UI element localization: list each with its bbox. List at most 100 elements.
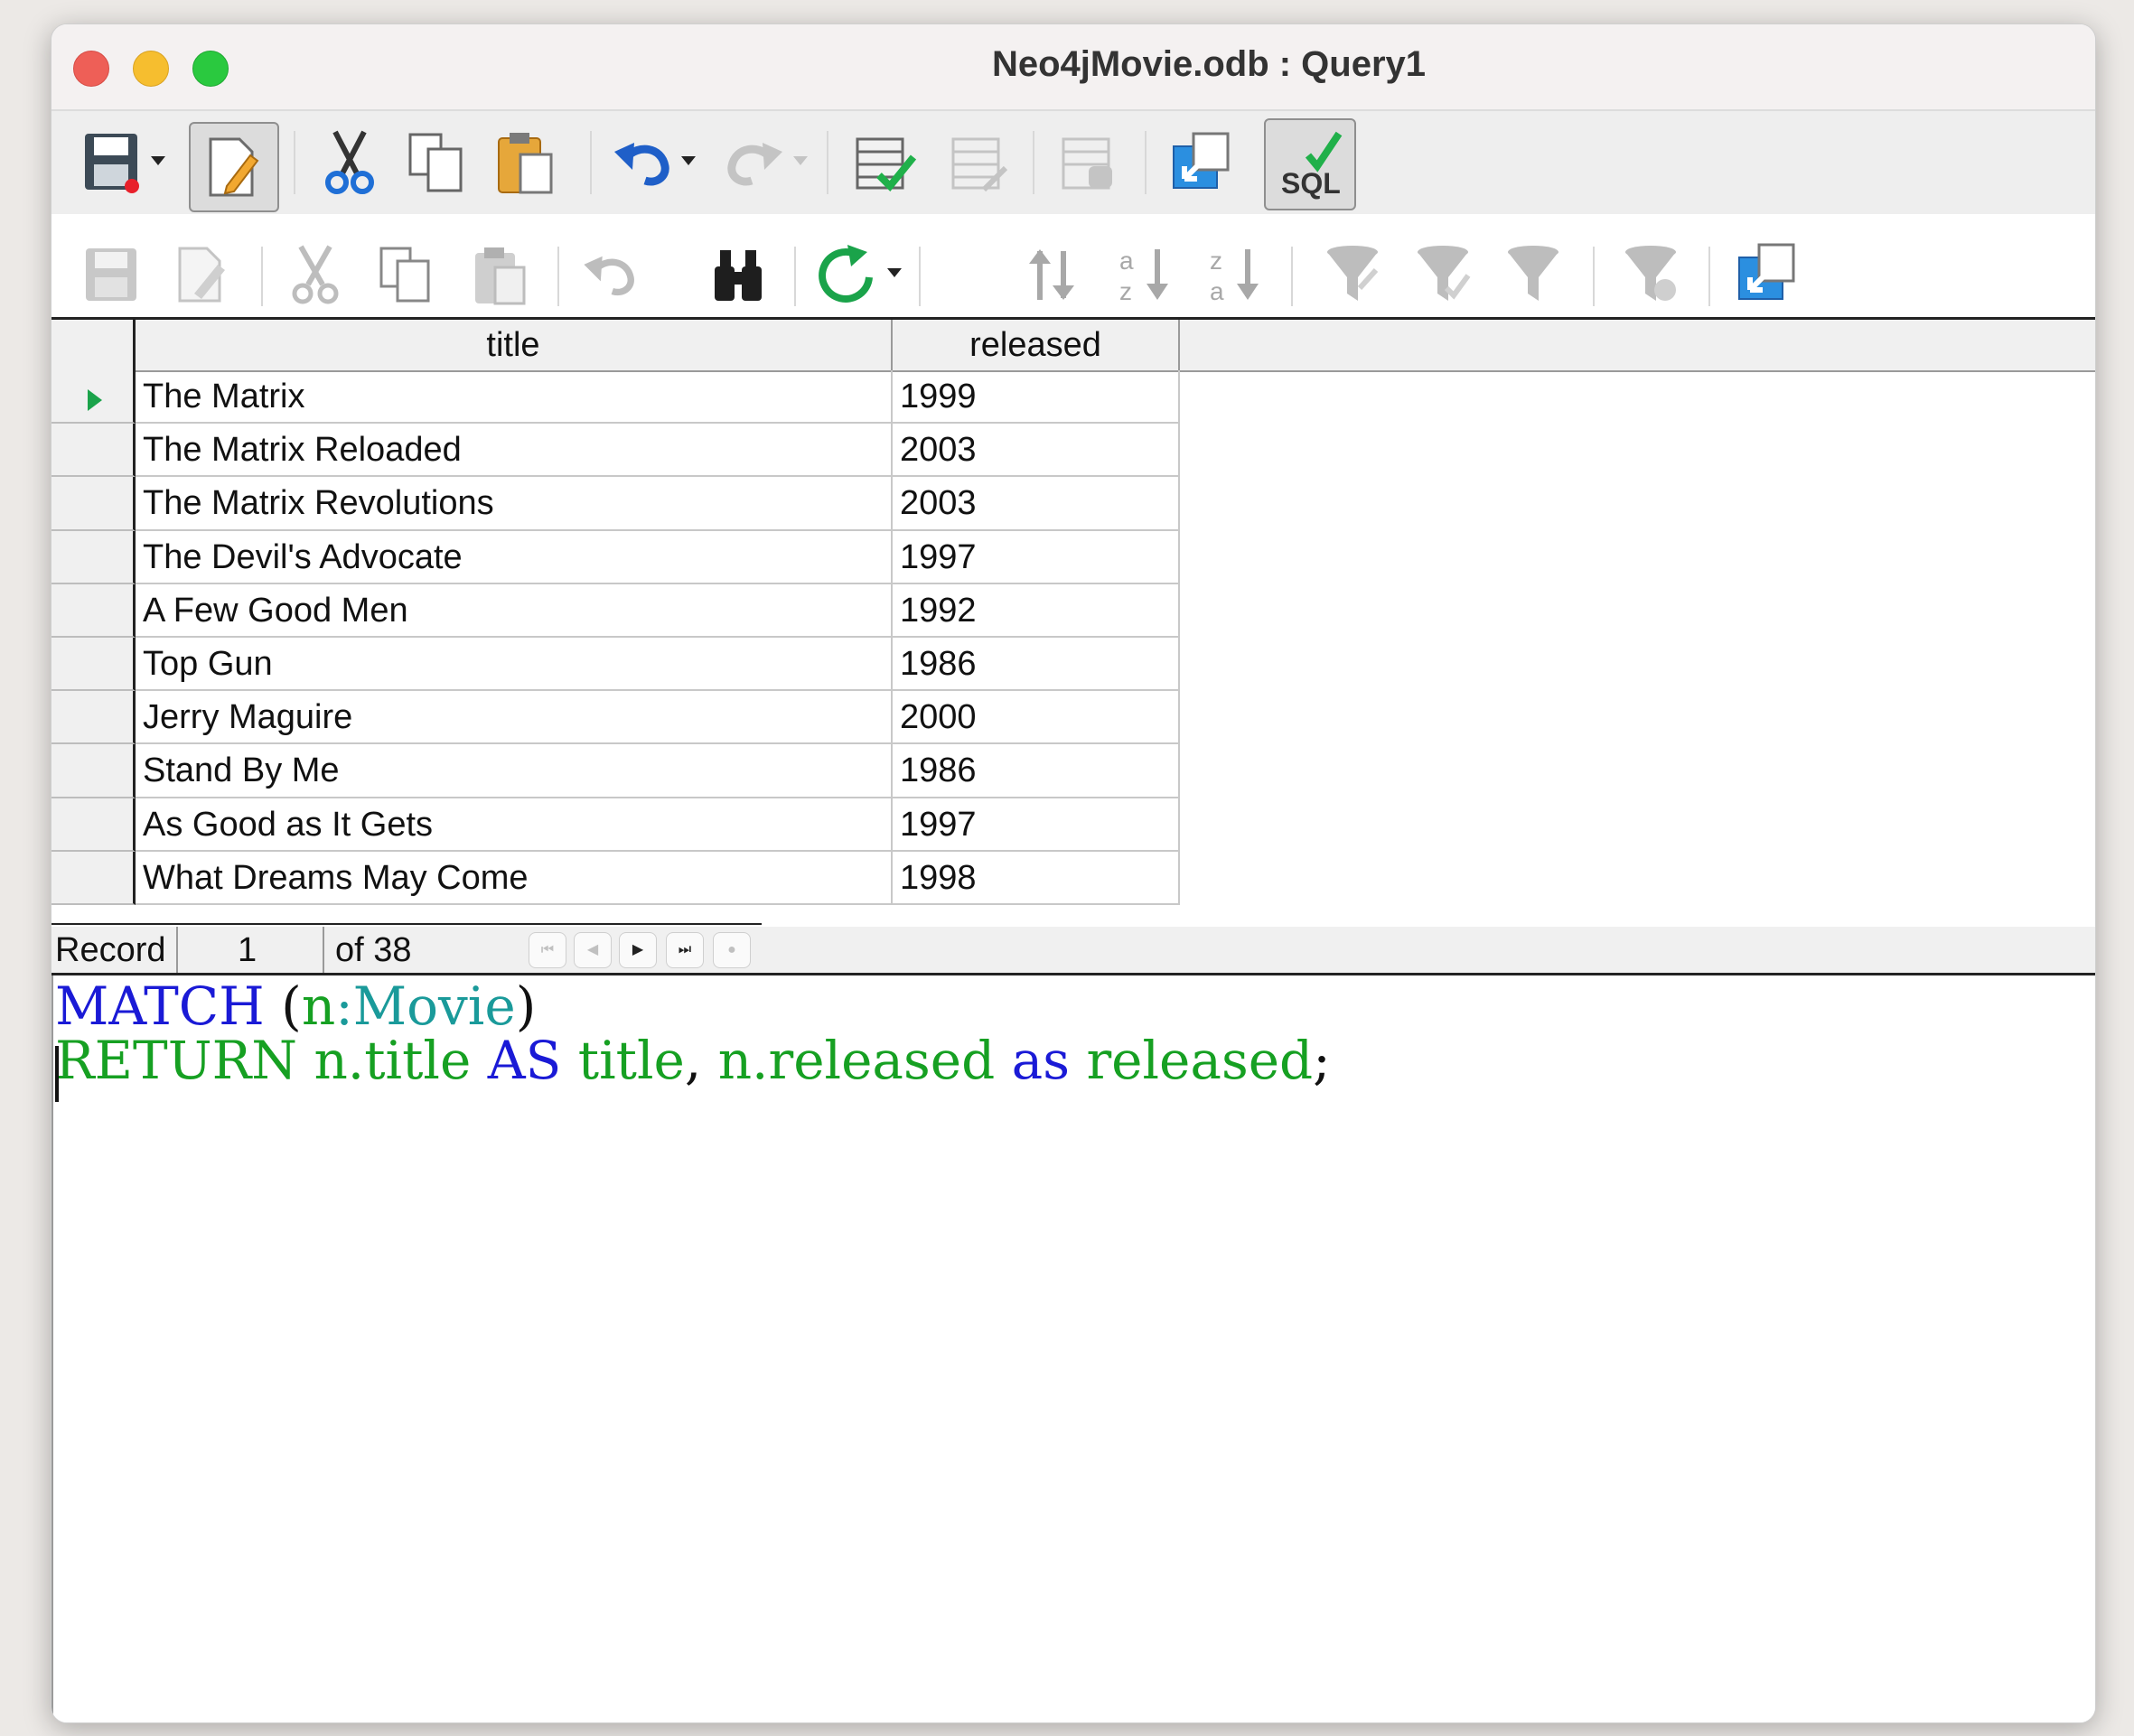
undo-record-button[interactable]: [576, 243, 644, 306]
cell-title[interactable]: The Matrix Reloaded: [136, 424, 893, 478]
record-navigation-bar: Record 1 of 38 ⏮ ◀ ▶ ⏭ ●: [51, 923, 2095, 976]
binoculars-icon: [715, 250, 762, 301]
expression-released: n.released: [717, 1030, 996, 1091]
cell-title[interactable]: The Matrix Revolutions: [136, 477, 893, 531]
data-to-text-button[interactable]: [1728, 236, 1804, 312]
apply-filter-button[interactable]: [1407, 238, 1479, 312]
row-header[interactable]: [51, 370, 136, 425]
cell-title[interactable]: Top Gun: [136, 638, 893, 692]
sort-button[interactable]: [1016, 238, 1089, 312]
cell-title[interactable]: Stand By Me: [136, 744, 893, 798]
reset-filter-button[interactable]: [1615, 238, 1687, 312]
next-record-icon: ▶: [632, 942, 644, 957]
first-record-icon: ⏮: [540, 942, 555, 957]
edit-mode-button[interactable]: [189, 122, 279, 212]
run-query-button[interactable]: [847, 124, 922, 201]
edit-record-icon: [178, 247, 225, 303]
row-header-corner[interactable]: [51, 320, 136, 370]
code-line-1: MATCH (n:Movie): [55, 975, 536, 1037]
alias-released: released: [1086, 1030, 1314, 1091]
cell-released[interactable]: 2000: [893, 691, 1180, 745]
cell-title[interactable]: As Good as It Gets: [136, 798, 893, 852]
cell-released[interactable]: 1997: [893, 530, 1180, 584]
table-data-toolbar: a z z a: [51, 216, 2095, 333]
column-header-released[interactable]: released: [893, 320, 1180, 370]
keyword-as: AS: [487, 1030, 562, 1091]
paste-button[interactable]: [489, 124, 561, 201]
column-header-title[interactable]: title: [136, 320, 893, 370]
row-header[interactable]: [51, 798, 136, 852]
cell-released[interactable]: 1992: [893, 583, 1180, 638]
cut-icon: [292, 245, 339, 304]
save-record-button[interactable]: [75, 238, 147, 312]
cell-released[interactable]: 1999: [893, 370, 1180, 425]
node-variable: n: [301, 975, 336, 1037]
save-dropdown-button[interactable]: [147, 147, 169, 174]
save-button[interactable]: [75, 124, 147, 201]
switch-design-view-icon: [1173, 132, 1230, 189]
open-paren: (: [264, 975, 302, 1037]
toolbar-separator: [1708, 247, 1710, 306]
autofilter-button[interactable]: [1316, 238, 1389, 312]
cell-released[interactable]: 1986: [893, 744, 1180, 798]
sort-ascending-button[interactable]: a z: [1109, 238, 1181, 312]
find-record-button[interactable]: [702, 238, 774, 312]
row-header[interactable]: [51, 477, 136, 531]
current-record-field[interactable]: 1: [238, 927, 257, 974]
toolbar-separator: [1033, 131, 1034, 194]
redo-dropdown-button[interactable]: [789, 147, 812, 174]
save-record-icon: [86, 248, 136, 301]
new-record-button[interactable]: ●: [713, 932, 751, 968]
chevron-down-icon: [151, 156, 165, 165]
cell-released[interactable]: 1997: [893, 798, 1180, 852]
keyword-return: RETURN: [55, 1030, 297, 1091]
cell-title[interactable]: The Matrix: [136, 370, 893, 425]
row-header[interactable]: [51, 638, 136, 692]
undo-dropdown-button[interactable]: [677, 147, 700, 174]
row-header[interactable]: [51, 583, 136, 638]
edit-file-icon: [209, 137, 259, 197]
refresh-dropdown-button[interactable]: [883, 259, 906, 286]
query-properties-button[interactable]: [1051, 124, 1127, 201]
row-header[interactable]: [51, 530, 136, 584]
copy-icon: [408, 133, 463, 192]
cell-released[interactable]: 2003: [893, 424, 1180, 478]
switch-design-view-button[interactable]: [1163, 124, 1239, 201]
chevron-down-icon: [681, 156, 696, 165]
cell-title[interactable]: The Devil's Advocate: [136, 530, 893, 584]
cell-released[interactable]: 2003: [893, 477, 1180, 531]
first-record-button[interactable]: ⏮: [529, 932, 566, 968]
edit-record-button[interactable]: [167, 238, 239, 312]
row-header[interactable]: [51, 851, 136, 905]
paste-icon: [475, 247, 526, 305]
row-header[interactable]: [51, 424, 136, 478]
copy-record-button[interactable]: [370, 238, 442, 312]
refresh-button[interactable]: [810, 238, 883, 312]
cell-title[interactable]: What Dreams May Come: [136, 851, 893, 905]
row-header[interactable]: [51, 691, 136, 745]
alias-title: title: [577, 1030, 685, 1091]
query-editor[interactable]: MATCH (n:Movie) RETURN n.title AS title,…: [51, 973, 2095, 1722]
undo-button[interactable]: [608, 131, 677, 194]
run-sql-directly-button[interactable]: SQL: [1264, 118, 1356, 210]
clear-query-icon: [951, 137, 1008, 192]
sort-descending-button[interactable]: z a: [1199, 238, 1271, 312]
last-record-button[interactable]: ⏭: [666, 932, 704, 968]
row-header[interactable]: [51, 744, 136, 798]
cell-title[interactable]: Jerry Maguire: [136, 691, 893, 745]
cell-released[interactable]: 1998: [893, 851, 1180, 905]
cut-record-button[interactable]: [279, 238, 351, 312]
next-record-button[interactable]: ▶: [619, 932, 657, 968]
clear-query-button[interactable]: [941, 124, 1016, 201]
current-row-marker-icon: [88, 389, 102, 411]
autofilter-icon: [1327, 246, 1379, 301]
paste-record-button[interactable]: [463, 238, 536, 312]
cell-title[interactable]: A Few Good Men: [136, 583, 893, 638]
redo-button[interactable]: [720, 131, 789, 194]
standard-filter-button[interactable]: [1497, 238, 1569, 312]
cut-button[interactable]: [314, 124, 386, 201]
copy-button[interactable]: [400, 124, 473, 201]
cell-released[interactable]: 1986: [893, 638, 1180, 692]
previous-record-button[interactable]: ◀: [574, 932, 612, 968]
label-colon: :: [335, 975, 353, 1037]
